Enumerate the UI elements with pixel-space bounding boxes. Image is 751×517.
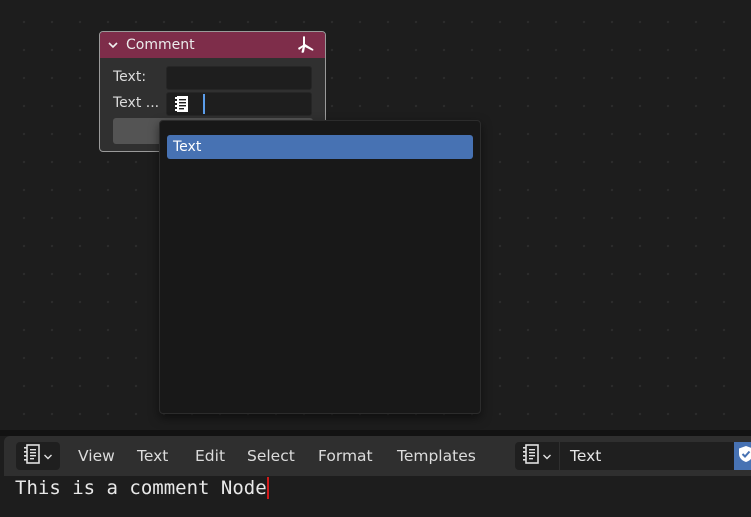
chevron-down-icon xyxy=(542,447,552,466)
editor-type-button[interactable] xyxy=(16,442,60,470)
text-editor-icon xyxy=(522,444,540,468)
text-editor-body[interactable]: This is a comment Node xyxy=(4,476,751,517)
text-block-name: Text xyxy=(570,447,602,465)
fake-user-button[interactable] xyxy=(734,442,751,470)
node-title: Comment xyxy=(126,37,195,53)
chevron-down-icon[interactable] xyxy=(100,32,126,58)
text-document-icon xyxy=(171,93,193,115)
text-block-name-field[interactable]: Text xyxy=(560,442,734,470)
text-line-content: This is a comment Node xyxy=(15,477,267,499)
text-editor-icon xyxy=(23,444,41,468)
text-field[interactable] xyxy=(166,66,312,90)
dropdown-item-text[interactable]: Text xyxy=(167,135,473,159)
text-cursor xyxy=(266,477,269,499)
shield-check-icon xyxy=(738,445,751,467)
menu-view[interactable]: View xyxy=(78,436,115,476)
input-caret xyxy=(203,94,205,114)
wrench-icon xyxy=(295,35,317,55)
menu-select[interactable]: Select xyxy=(247,436,295,476)
node-editor-canvas[interactable]: Comment Text: Text ... Text xyxy=(0,0,751,430)
text-label: Text: xyxy=(113,69,147,85)
chevron-down-icon xyxy=(43,447,53,466)
text-block-selector[interactable] xyxy=(166,92,312,116)
text-editor-header: View Text Edit Select Format Templates T… xyxy=(4,436,751,476)
node-header[interactable]: Comment xyxy=(100,32,325,58)
menu-format[interactable]: Format xyxy=(318,436,373,476)
menu-edit[interactable]: Edit xyxy=(195,436,225,476)
menu-text[interactable]: Text xyxy=(137,436,168,476)
menu-templates[interactable]: Templates xyxy=(397,436,476,476)
text-block-dropdown: Text xyxy=(159,120,481,414)
browse-text-block-button[interactable] xyxy=(515,442,559,470)
dropdown-item-label: Text xyxy=(173,139,202,155)
text-block-label: Text ... xyxy=(113,95,160,111)
text-line-1[interactable]: This is a comment Node xyxy=(15,476,269,500)
